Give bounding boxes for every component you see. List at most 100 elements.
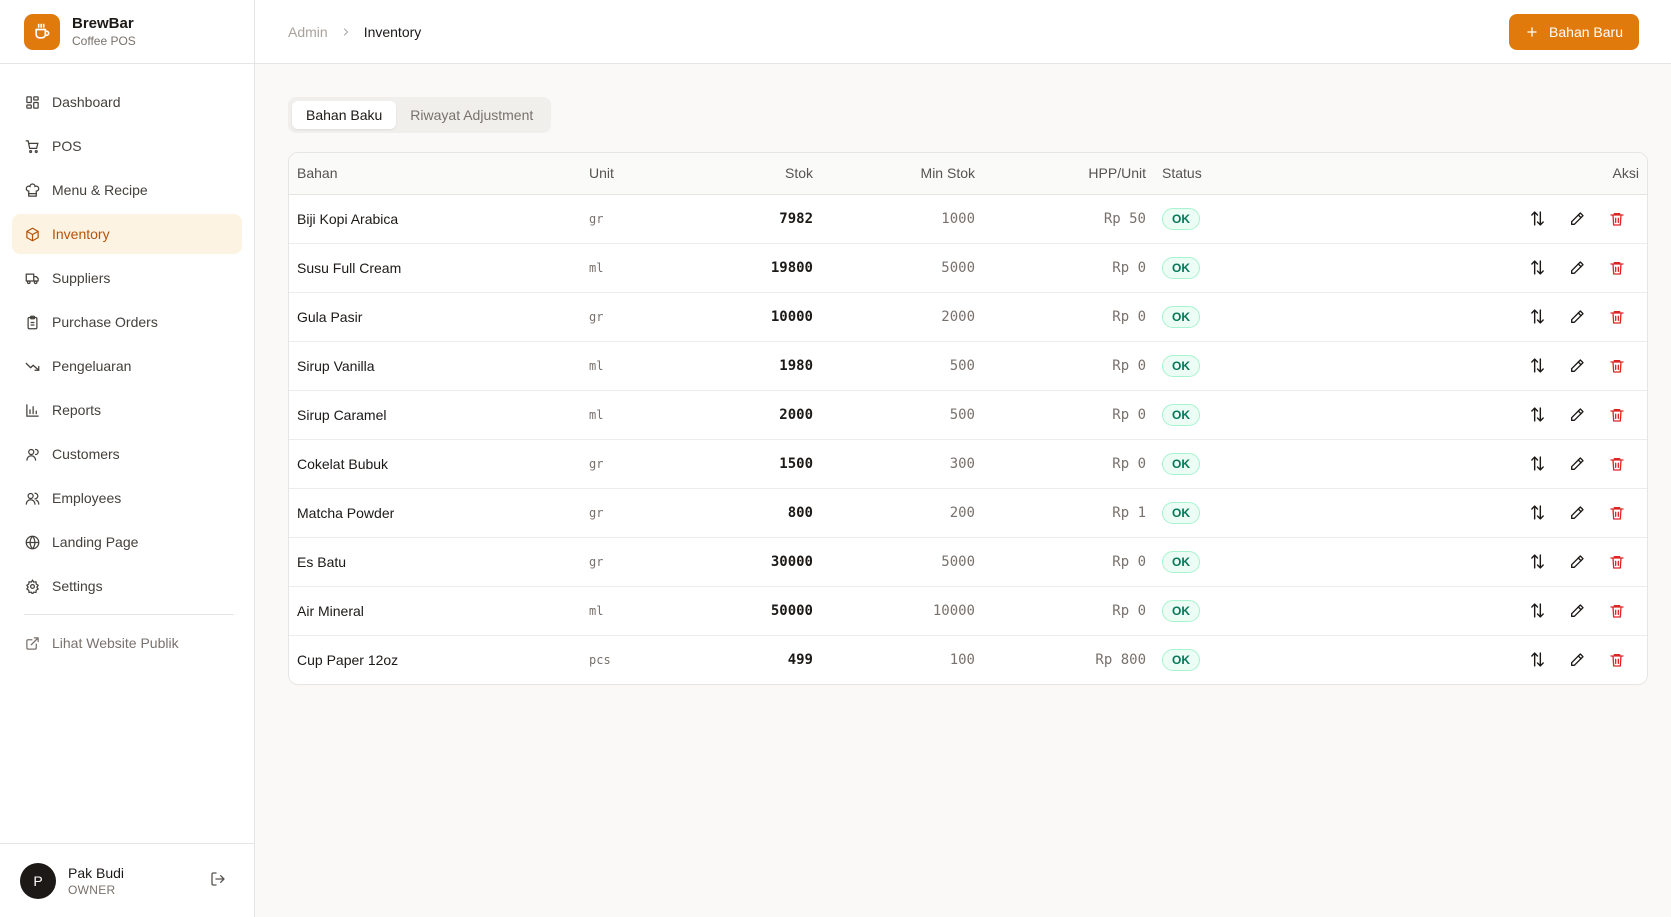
truck-icon	[24, 270, 40, 286]
sidebar-item-settings[interactable]: Settings	[12, 566, 242, 606]
adjust-stock-icon[interactable]	[1527, 209, 1547, 229]
edit-icon[interactable]	[1567, 503, 1587, 523]
delete-icon[interactable]	[1607, 209, 1627, 229]
user-profile: P Pak Budi OWNER	[0, 843, 254, 917]
table-row: Biji Kopi Arabica gr 7982 1000 Rp 50 OK	[289, 194, 1647, 244]
sidebar-item-label: Reports	[52, 402, 102, 418]
add-ingredient-button[interactable]: Bahan Baru	[1509, 13, 1639, 50]
sidebar-item-label: POS	[52, 138, 82, 154]
package-icon	[24, 226, 40, 242]
edit-icon[interactable]	[1567, 307, 1587, 327]
sidebar-item-employees[interactable]: Employees	[12, 478, 242, 518]
sidebar-item-menu-recipe[interactable]: Menu & Recipe	[12, 170, 242, 210]
delete-icon[interactable]	[1607, 503, 1627, 523]
edit-icon[interactable]	[1567, 601, 1587, 621]
sidebar-item-purchase-orders[interactable]: Purchase Orders	[12, 302, 242, 342]
sidebar-item-landing-page[interactable]: Landing Page	[12, 522, 242, 562]
gear-icon	[24, 578, 40, 594]
cell-aksi	[1294, 586, 1647, 636]
sidebar-item-suppliers[interactable]: Suppliers	[12, 258, 242, 298]
cell-aksi	[1294, 635, 1647, 684]
adjust-stock-icon[interactable]	[1527, 650, 1547, 670]
coffee-cup-icon	[24, 13, 60, 50]
delete-icon[interactable]	[1607, 405, 1627, 425]
edit-icon[interactable]	[1567, 405, 1587, 425]
cell-hpp: Rp 0	[983, 586, 1154, 636]
delete-icon[interactable]	[1607, 650, 1627, 670]
adjust-stock-icon[interactable]	[1527, 258, 1547, 278]
delete-icon[interactable]	[1607, 356, 1627, 376]
cell-hpp: Rp 50	[983, 194, 1154, 244]
sidebar-item-public-website[interactable]: Lihat Website Publik	[12, 623, 242, 663]
cell-hpp: Rp 0	[983, 341, 1154, 391]
cell-status: OK	[1154, 586, 1294, 636]
adjust-stock-icon[interactable]	[1527, 405, 1547, 425]
status-badge: OK	[1162, 501, 1200, 524]
cell-aksi	[1294, 292, 1647, 342]
sidebar-item-reports[interactable]: Reports	[12, 390, 242, 430]
table-row: Sirup Caramel ml 2000 500 Rp 0 OK	[289, 390, 1647, 440]
sidebar-item-pos[interactable]: POS	[12, 126, 242, 166]
edit-icon[interactable]	[1567, 258, 1587, 278]
sidebar-item-inventory[interactable]: Inventory	[12, 214, 242, 254]
tab-bahan-baku[interactable]: Bahan Baku	[292, 101, 397, 129]
adjust-stock-icon[interactable]	[1527, 307, 1547, 327]
cell-min-stok: 500	[821, 341, 983, 391]
cell-min-stok: 200	[821, 488, 983, 538]
cell-aksi	[1294, 243, 1647, 293]
sidebar-item-label: Landing Page	[52, 534, 139, 550]
delete-icon[interactable]	[1607, 454, 1627, 474]
edit-icon[interactable]	[1567, 650, 1587, 670]
table-row: Cup Paper 12oz pcs 499 100 Rp 800 OK	[289, 635, 1647, 684]
cell-bahan: Air Mineral	[289, 586, 581, 636]
delete-icon[interactable]	[1607, 258, 1627, 278]
delete-icon[interactable]	[1607, 307, 1627, 327]
breadcrumb-root[interactable]: Admin	[288, 24, 328, 40]
adjust-stock-icon[interactable]	[1527, 454, 1547, 474]
brand: BrewBar Coffee POS	[0, 0, 254, 64]
cell-bahan: Sirup Caramel	[289, 390, 581, 440]
delete-icon[interactable]	[1607, 552, 1627, 572]
edit-icon[interactable]	[1567, 552, 1587, 572]
user-role: OWNER	[68, 882, 116, 897]
sidebar-item-dashboard[interactable]: Dashboard	[12, 82, 242, 122]
cell-aksi	[1294, 390, 1647, 440]
cell-bahan: Cup Paper 12oz	[297, 651, 399, 668]
cell-aksi	[1294, 439, 1647, 489]
sidebar-item-pengeluaran[interactable]: Pengeluaran	[12, 346, 242, 386]
cell-bahan: Gula Pasir	[289, 292, 581, 342]
cell-unit: ml	[581, 243, 665, 293]
main-content: Bahan Baku Riwayat Adjustment Bahan Unit…	[288, 97, 1648, 685]
adjust-stock-icon[interactable]	[1527, 356, 1547, 376]
status-badge: OK	[1162, 305, 1200, 328]
cell-bahan: Es Batu	[289, 537, 581, 587]
cell-hpp: Rp 0	[983, 537, 1154, 587]
cell-unit: ml	[581, 586, 665, 636]
chevron-right-icon	[340, 26, 352, 38]
users-icon	[24, 490, 40, 506]
edit-icon[interactable]	[1567, 209, 1587, 229]
tab-riwayat-adjustment[interactable]: Riwayat Adjustment	[396, 101, 547, 129]
cell-hpp: Rp 0	[983, 243, 1154, 293]
bar-chart-icon	[24, 402, 40, 418]
delete-icon[interactable]	[1607, 601, 1627, 621]
cell-status: OK	[1154, 488, 1294, 538]
cell-hpp: Rp 0	[983, 439, 1154, 489]
edit-icon[interactable]	[1567, 356, 1587, 376]
cell-bahan: Matcha Powder	[289, 488, 581, 538]
cell-aksi	[1294, 341, 1647, 391]
edit-icon[interactable]	[1567, 454, 1587, 474]
sidebar-nav: Dashboard POS Menu & Recipe Inventory Su…	[0, 64, 254, 663]
logout-icon[interactable]	[210, 871, 226, 890]
sidebar-item-label: Suppliers	[52, 270, 111, 286]
adjust-stock-icon[interactable]	[1527, 601, 1547, 621]
adjust-stock-icon[interactable]	[1527, 503, 1547, 523]
add-ingredient-label: Bahan Baru	[1549, 23, 1623, 40]
table-body: Biji Kopi Arabica gr 7982 1000 Rp 50 OK Susu F…	[289, 194, 1647, 684]
sidebar-item-customers[interactable]: Customers	[12, 434, 242, 474]
cell-status: OK	[1154, 194, 1294, 244]
cell-stok: 19800	[665, 243, 821, 293]
cell-min-stok: 1000	[821, 194, 983, 244]
sidebar-item-label: Lihat Website Publik	[52, 635, 179, 651]
adjust-stock-icon[interactable]	[1527, 552, 1547, 572]
